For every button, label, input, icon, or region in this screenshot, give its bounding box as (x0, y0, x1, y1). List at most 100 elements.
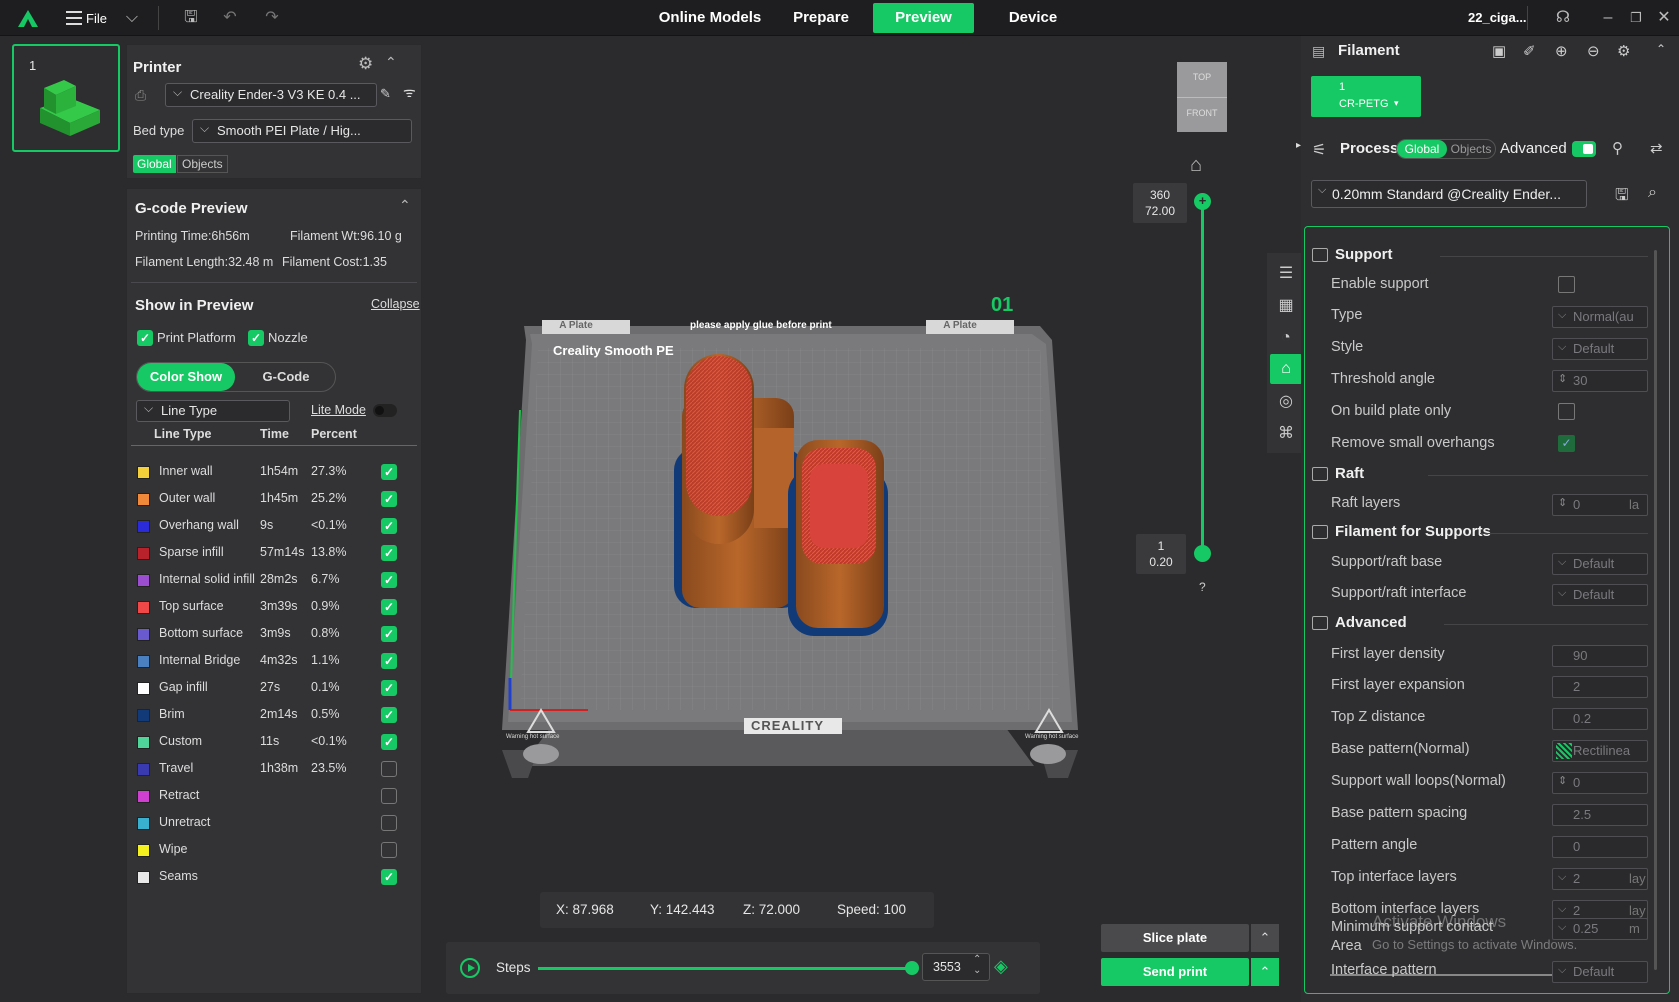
setting-value-field[interactable]: 0.2 (1552, 708, 1648, 730)
color-show-tab[interactable]: Color Show (137, 363, 235, 391)
process-tab-objects[interactable]: Objects (1447, 140, 1495, 158)
seam-icon[interactable]: ◎ (1270, 388, 1302, 416)
swap-icon[interactable]: ⇄ (1650, 139, 1663, 157)
setting-checkbox[interactable]: ✓ (1558, 435, 1575, 452)
line-type-checkbox[interactable]: ✓ (381, 653, 397, 669)
slice-options-chevron-icon[interactable]: ⌃ (1251, 924, 1279, 952)
gear-icon[interactable]: ⚙ (358, 54, 373, 74)
collapse-link[interactable]: Collapse (371, 297, 420, 311)
setting-checkbox[interactable] (1558, 403, 1575, 420)
line-type-checkbox[interactable] (381, 842, 397, 858)
stepper-up-icon[interactable]: ⌃ (973, 954, 981, 965)
line-type-checkbox[interactable] (381, 788, 397, 804)
line-type-checkbox[interactable]: ✓ (381, 707, 397, 723)
layer-view-icon[interactable]: ☰ (1270, 260, 1302, 288)
print-platform-checkbox[interactable]: ✓ (137, 330, 153, 346)
line-type-checkbox[interactable] (381, 761, 397, 777)
setting-value-field[interactable]: ⇕ 0 (1552, 772, 1648, 794)
undo-icon[interactable]: ↶ (220, 8, 240, 28)
sync-filament-icon[interactable]: ▣ (1492, 42, 1506, 60)
close-icon[interactable]: ✕ (1654, 8, 1674, 28)
setting-value-field[interactable]: ⌵ Default (1552, 584, 1648, 606)
setting-value-field[interactable]: 0 (1552, 836, 1648, 858)
process-preset-select[interactable]: ⌵ 0.20mm Standard @Creality Ender... (1311, 180, 1587, 208)
layer-slider-bottom-handle[interactable] (1194, 545, 1211, 562)
tab-online-models[interactable]: Online Models (650, 0, 770, 36)
edit-pencil-icon[interactable]: ✎ (380, 86, 391, 102)
setting-value-field[interactable]: Rectilinea (1552, 740, 1648, 762)
line-type-checkbox[interactable]: ✓ (381, 518, 397, 534)
setting-value-field[interactable]: ⇕ 30 (1552, 370, 1648, 392)
tab-device[interactable]: Device (990, 0, 1076, 36)
tab-preview[interactable]: Preview (873, 3, 974, 33)
gear-icon[interactable]: ⚙ (1617, 42, 1630, 60)
printer-tab-global[interactable]: Global (133, 155, 176, 173)
send-print-button[interactable]: Send print (1101, 958, 1249, 986)
file-menu[interactable]: File (86, 11, 107, 26)
setting-checkbox[interactable] (1558, 276, 1575, 293)
tab-prepare[interactable]: Prepare (778, 0, 864, 36)
caret-down-icon[interactable]: ▾ (1394, 98, 1399, 109)
nozzle-checkbox[interactable]: ✓ (248, 330, 264, 346)
help-icon[interactable]: ? (1199, 580, 1206, 594)
slice-plate-button[interactable]: Slice plate (1101, 924, 1249, 952)
advanced-toggle[interactable] (1572, 141, 1596, 157)
layers-icon[interactable]: ◈ (994, 956, 1008, 977)
line-type-checkbox[interactable]: ✓ (381, 626, 397, 642)
line-type-checkbox[interactable]: ✓ (381, 464, 397, 480)
measure-icon[interactable]: ⌘ (1270, 420, 1302, 448)
stepper-down-icon[interactable]: ⌄ (973, 965, 981, 976)
play-icon[interactable] (460, 958, 480, 978)
view-cube-front[interactable]: FRONT (1177, 108, 1227, 118)
wifi-icon[interactable]: ᯤ (403, 83, 416, 102)
line-type-checkbox[interactable]: ✓ (381, 599, 397, 615)
sidebar-collapse-icon[interactable]: ▸ (1296, 140, 1301, 151)
setting-value-field[interactable]: ⌵ 2 lay (1552, 868, 1648, 890)
3d-viewport[interactable]: A Plate A Plate please apply glue before… (428, 38, 1290, 998)
menu-icon[interactable] (66, 9, 82, 27)
grid-view-icon[interactable]: ▦ (1270, 292, 1302, 320)
collapse-up-icon[interactable]: ⌃ (399, 197, 411, 214)
setting-value-field[interactable]: ⌵ Default (1552, 553, 1648, 575)
brush-icon[interactable]: ✐ (1523, 42, 1536, 60)
printer-tab-objects[interactable]: Objects (177, 155, 228, 173)
setting-value-field[interactable]: 2.5 (1552, 804, 1648, 826)
send-options-chevron-icon[interactable]: ⌃ (1251, 958, 1279, 986)
save-preset-icon[interactable]: 🖫 (1615, 184, 1629, 211)
speed-icon[interactable]: ◔ (1270, 324, 1302, 352)
line-type-checkbox[interactable]: ✓ (381, 734, 397, 750)
line-type-checkbox[interactable] (381, 815, 397, 831)
redo-icon[interactable]: ↷ (262, 8, 282, 28)
line-type-checkbox[interactable]: ✓ (381, 491, 397, 507)
support-paint-icon[interactable]: ⌂ (1270, 354, 1302, 384)
setting-value-field[interactable]: ⌵ Default (1552, 338, 1648, 360)
save-icon[interactable]: 🖫 (181, 8, 201, 28)
view-cube-top[interactable]: TOP (1177, 72, 1227, 82)
compare-icon[interactable]: ⚲ (1612, 139, 1623, 157)
line-type-select[interactable]: Line Type (136, 400, 290, 422)
line-type-checkbox[interactable]: ✓ (381, 572, 397, 588)
steps-slider-handle[interactable] (905, 961, 919, 975)
printer-select[interactable]: Creality Ender-3 V3 KE 0.4 ... (165, 83, 377, 107)
line-type-checkbox[interactable]: ✓ (381, 680, 397, 696)
view-cube[interactable]: TOP FRONT (1177, 62, 1227, 132)
chevron-down-icon[interactable]: ⌵ (122, 8, 142, 28)
setting-value-field[interactable]: ⌵ Default (1552, 961, 1648, 983)
app-logo-icon[interactable] (16, 8, 40, 28)
search-icon[interactable]: ⌕ (1648, 184, 1657, 202)
add-circle-icon[interactable]: ⊕ (1555, 42, 1568, 60)
steps-input[interactable]: 3553 ⌃ ⌄ (922, 953, 990, 981)
process-tab-global[interactable]: Global (1397, 140, 1447, 158)
layer-slider-track[interactable] (1201, 201, 1204, 554)
bed-type-select[interactable]: Smooth PEI Plate / Hig... (192, 119, 412, 143)
gcode-tab[interactable]: G-Code (237, 363, 335, 391)
setting-value-field[interactable]: ⇕ 0 la (1552, 494, 1648, 516)
minimize-icon[interactable]: – (1598, 8, 1618, 28)
collapse-up-icon[interactable]: ⌃ (385, 54, 397, 71)
plate-thumbnail[interactable]: 1 (12, 44, 120, 152)
steps-slider-track[interactable] (538, 967, 912, 970)
setting-value-field[interactable]: ⌵ Normal(au (1552, 306, 1648, 328)
setting-value-field[interactable]: 90 (1552, 645, 1648, 667)
remove-circle-icon[interactable]: ⊖ (1587, 42, 1600, 60)
setting-value-field[interactable]: 2 (1552, 676, 1648, 698)
